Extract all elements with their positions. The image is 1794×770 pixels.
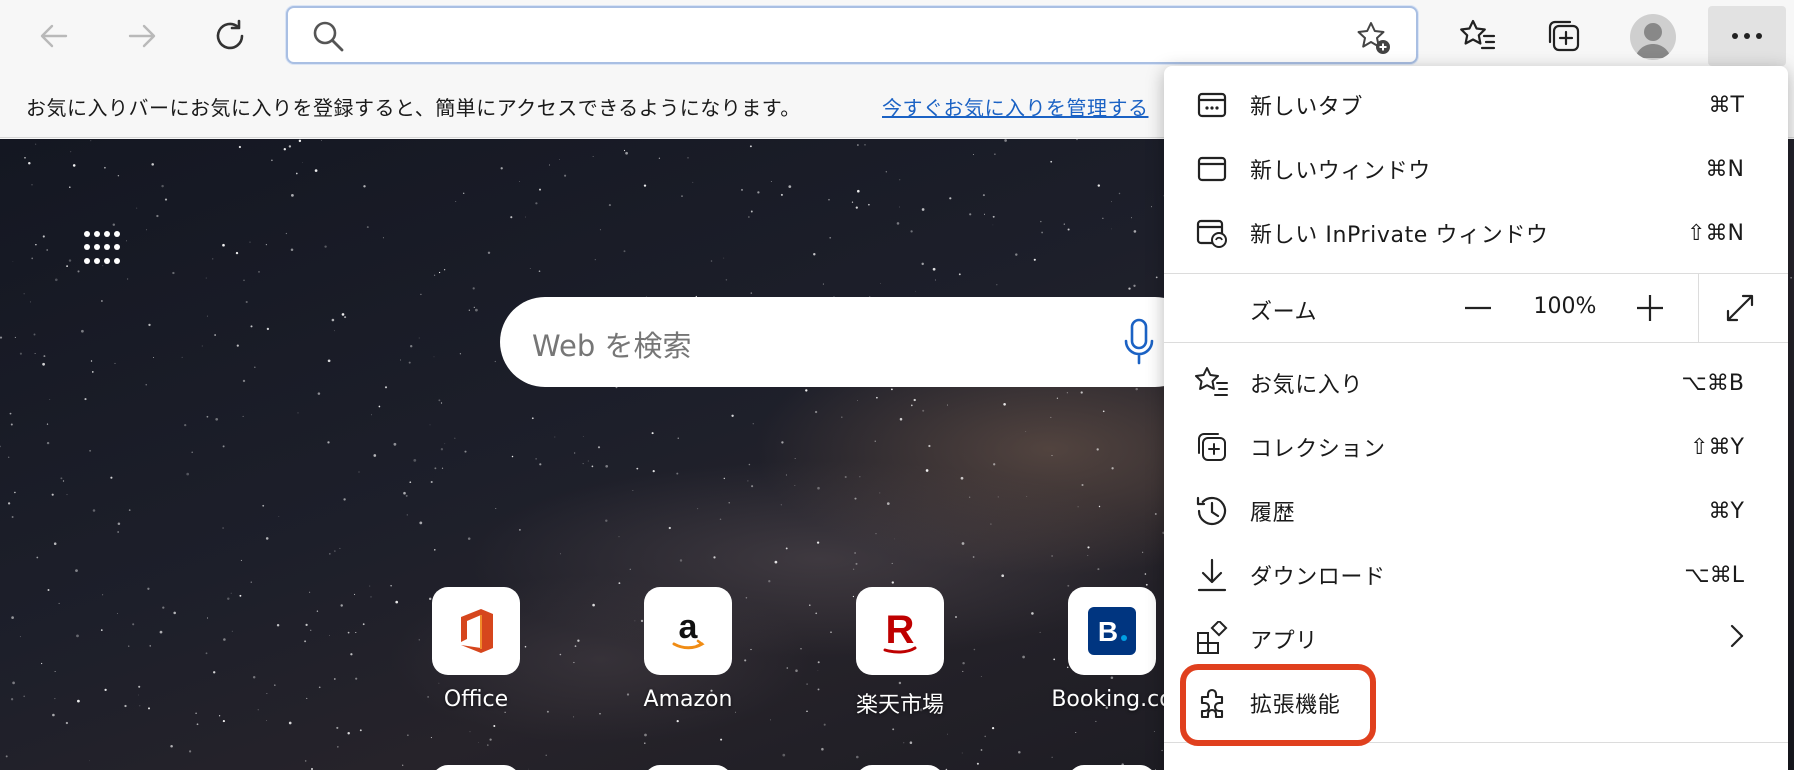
search-icon xyxy=(313,21,344,52)
zoom-value: 100% xyxy=(1533,294,1597,319)
menu-item-shortcut: ⌘Y xyxy=(1708,498,1744,524)
collections-icon xyxy=(1548,20,1580,52)
menu-item-label: コレクション xyxy=(1250,437,1386,462)
inprivate-window-icon xyxy=(1194,215,1230,251)
download-icon xyxy=(1194,557,1230,593)
profile-button[interactable] xyxy=(1630,14,1676,60)
web-search-input[interactable]: Web を検索 xyxy=(532,323,691,365)
extensions-icon xyxy=(1194,685,1230,721)
back-button[interactable] xyxy=(24,0,84,72)
menu-item-label: 新しいウィンドウ xyxy=(1250,159,1431,184)
new-tab-icon xyxy=(1194,87,1230,123)
refresh-icon xyxy=(216,19,244,50)
rakuten-icon: R xyxy=(883,608,917,654)
menu-item-inprivate[interactable]: 新しい InPrivate ウィンドウ ⇧⌘N xyxy=(1164,202,1788,264)
menu-item-label: 拡張機能 xyxy=(1250,693,1341,718)
menu-item-collections[interactable]: コレクション ⇧⌘Y xyxy=(1164,416,1788,478)
browser-toolbar xyxy=(0,0,1794,72)
tile-label: 楽天市場 xyxy=(855,693,944,718)
menu-item-shortcut: ⇧⌘N xyxy=(1687,220,1744,246)
address-bar[interactable] xyxy=(286,6,1418,64)
menu-item-shortcut: ⌘N xyxy=(1705,156,1744,182)
tile-amazon[interactable]: a Amazon xyxy=(598,587,778,712)
menu-item-label: 新しいタブ xyxy=(1250,95,1364,120)
arrow-left-icon xyxy=(40,24,68,48)
more-menu-button[interactable] xyxy=(1708,6,1786,66)
tile-placeholder[interactable] xyxy=(1068,765,1156,770)
tile-rakuten[interactable]: R 楽天市場 xyxy=(810,587,990,719)
menu-item-shortcut: ⇧⌘Y xyxy=(1690,434,1744,460)
menu-item-new-window[interactable]: 新しいウィンドウ ⌘N xyxy=(1164,138,1788,200)
tile-placeholder[interactable] xyxy=(432,765,520,770)
svg-text:B: B xyxy=(1098,616,1118,647)
app-launcher-icon[interactable] xyxy=(84,231,120,267)
collections-icon xyxy=(1194,429,1230,465)
web-search-box[interactable]: Web を検索 xyxy=(500,297,1200,387)
menu-item-shortcut: ⌘T xyxy=(1708,92,1744,118)
rakuten-tile-box[interactable]: R xyxy=(856,587,944,675)
history-icon xyxy=(1194,493,1230,529)
zoom-in-button[interactable] xyxy=(1626,284,1674,332)
tile-placeholder[interactable] xyxy=(856,765,944,770)
chevron-right-icon xyxy=(1730,624,1744,654)
menu-item-shortcut: ⌥⌘L xyxy=(1684,562,1744,588)
menu-item-favorites[interactable]: お気に入り ⌥⌘B xyxy=(1164,352,1788,414)
add-favorite-icon[interactable] xyxy=(1356,20,1392,56)
forward-button[interactable] xyxy=(112,0,172,72)
zoom-out-button[interactable] xyxy=(1454,284,1502,332)
fullscreen-button[interactable] xyxy=(1716,284,1764,332)
favorites-bar-message: お気に入りバーにお気に入りを登録すると、簡単にアクセスできるようになります。 xyxy=(26,96,801,120)
zoom-divider xyxy=(1698,274,1699,342)
zoom-row: ズーム 100% xyxy=(1164,274,1788,342)
avatar xyxy=(1635,23,1671,58)
zoom-label: ズーム xyxy=(1250,300,1318,325)
apps-icon xyxy=(1194,621,1230,657)
menu-item-label: 履歴 xyxy=(1250,501,1296,526)
collections-button[interactable] xyxy=(1536,0,1592,72)
svg-text:a: a xyxy=(679,608,699,646)
menu-divider xyxy=(1164,342,1788,343)
menu-item-label: アプリ xyxy=(1250,629,1318,654)
menu-item-label: 新しい InPrivate ウィンドウ xyxy=(1250,223,1549,248)
arrow-right-icon xyxy=(128,24,156,48)
menu-item-history[interactable]: 履歴 ⌘Y xyxy=(1164,480,1788,542)
menu-item-new-tab[interactable]: 新しいタブ ⌘T xyxy=(1164,74,1788,136)
tile-label: Amazon xyxy=(643,687,733,712)
menu-divider xyxy=(1164,742,1788,743)
tile-label: Office xyxy=(443,687,509,712)
settings-more-menu: 新しいタブ ⌘T 新しいウィンドウ ⌘N 新しい InPrivate ウィンドウ… xyxy=(1164,66,1788,770)
office-icon xyxy=(461,609,493,653)
menu-item-extensions[interactable]: 拡張機能 xyxy=(1164,672,1788,734)
booking-icon: B xyxy=(1088,607,1136,655)
manage-favorites-link[interactable]: 今すぐお気に入りを管理する xyxy=(882,92,1149,121)
minus-icon xyxy=(1465,306,1491,310)
amazon-tile-box[interactable]: a xyxy=(644,587,732,675)
amazon-icon: a xyxy=(672,608,705,650)
menu-item-label: ダウンロード xyxy=(1250,565,1386,590)
svg-text:R: R xyxy=(886,608,915,652)
menu-item-label: お気に入り xyxy=(1250,373,1364,398)
favorites-icon xyxy=(1194,365,1230,401)
tile-office[interactable]: Office xyxy=(386,587,566,712)
booking-tile-box[interactable]: B xyxy=(1068,587,1156,675)
menu-item-shortcut: ⌥⌘B xyxy=(1681,370,1744,396)
menu-item-downloads[interactable]: ダウンロード ⌥⌘L xyxy=(1164,544,1788,606)
tile-placeholder[interactable] xyxy=(644,765,732,770)
office-tile-box[interactable] xyxy=(432,587,520,675)
expand-icon xyxy=(1726,294,1754,322)
plus-icon xyxy=(1637,295,1663,321)
refresh-button[interactable] xyxy=(200,0,260,72)
new-window-icon xyxy=(1194,151,1230,187)
menu-item-apps[interactable]: アプリ xyxy=(1164,608,1788,670)
favorites-list-icon xyxy=(1460,19,1496,50)
microphone-icon[interactable] xyxy=(1122,317,1156,367)
favorites-button[interactable] xyxy=(1450,0,1506,72)
more-dots-icon xyxy=(1732,33,1762,39)
